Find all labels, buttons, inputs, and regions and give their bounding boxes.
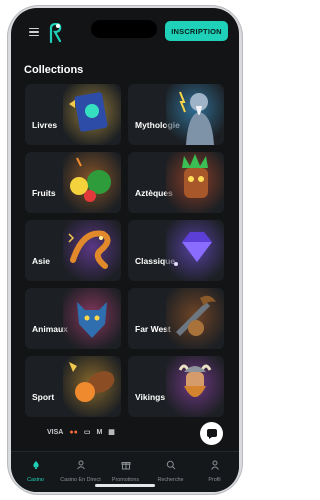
nav-casino[interactable]: Casino	[13, 457, 58, 483]
zeus-art	[166, 84, 224, 145]
collection-card-sport[interactable]: Sport	[25, 356, 121, 417]
collection-label: Fruits	[32, 188, 56, 198]
chat-icon	[206, 428, 217, 439]
nav-profile[interactable]: Profil	[192, 457, 237, 483]
spade-icon	[32, 461, 39, 469]
collection-label: Livres	[32, 120, 58, 130]
page-title: Collections	[24, 64, 84, 76]
payment-methods: VISA ●● ▭ M ▦	[47, 426, 207, 438]
dealer-icon	[76, 460, 85, 470]
collection-label: Asie	[32, 256, 50, 266]
user-icon	[210, 460, 219, 470]
search-icon	[166, 460, 175, 470]
collection-card-livres[interactable]: Livres	[25, 84, 121, 145]
nav-label: Promotions	[111, 477, 140, 483]
collection-card-azteques[interactable]: Aztèques	[128, 152, 224, 213]
dragon-art	[63, 220, 121, 281]
nav-promotions[interactable]: Promotions	[103, 457, 148, 483]
fruits-art	[63, 152, 121, 213]
mastercard-logo: ●●	[69, 428, 78, 436]
nav-label: Casino	[27, 477, 44, 483]
gift-icon	[121, 462, 130, 470]
cowboy-art	[166, 288, 224, 349]
home-indicator	[95, 484, 155, 487]
payment-logo-other: ▦	[108, 429, 115, 436]
viking-art	[166, 356, 224, 417]
collection-card-fruits[interactable]: Fruits	[25, 152, 121, 213]
nav-search[interactable]: Recherche	[148, 457, 193, 483]
collection-label: Vikings	[135, 392, 166, 402]
collection-card-classique[interactable]: Classique	[128, 220, 224, 281]
signup-button[interactable]: INSCRIPTION	[165, 21, 228, 41]
payment-logo-m: M	[96, 428, 103, 436]
live-chat-button[interactable]	[200, 422, 223, 445]
aztec-mask-art	[166, 152, 224, 213]
bottom-navigation: Casino Casino En Direct Promotions Reche…	[11, 451, 239, 492]
collection-card-far-west[interactable]: Far West	[128, 288, 224, 349]
app-screen: INSCRIPTION Collections Livres Mythologi…	[11, 8, 239, 492]
card-logo: ▭	[83, 429, 91, 436]
nav-live-casino[interactable]: Casino En Direct	[58, 457, 103, 483]
diamond-art	[166, 220, 224, 281]
book-art	[63, 84, 121, 145]
nav-label: Recherche	[157, 477, 184, 483]
visa-logo: VISA	[47, 428, 64, 436]
hamburger-menu-icon[interactable]	[29, 28, 39, 37]
collection-label: Sport	[32, 392, 55, 402]
wolf-art	[63, 288, 121, 349]
dynamic-island	[91, 20, 157, 38]
nav-label: Casino En Direct	[60, 477, 101, 483]
collection-card-vikings[interactable]: Vikings	[128, 356, 224, 417]
nav-label: Profil	[208, 477, 221, 483]
collection-card-mythologie[interactable]: Mythologie	[128, 84, 224, 145]
brand-logo-icon[interactable]	[47, 22, 65, 44]
collection-card-animaux[interactable]: Animaux	[25, 288, 121, 349]
collection-card-asie[interactable]: Asie	[25, 220, 121, 281]
sports-balls-art	[63, 356, 121, 417]
